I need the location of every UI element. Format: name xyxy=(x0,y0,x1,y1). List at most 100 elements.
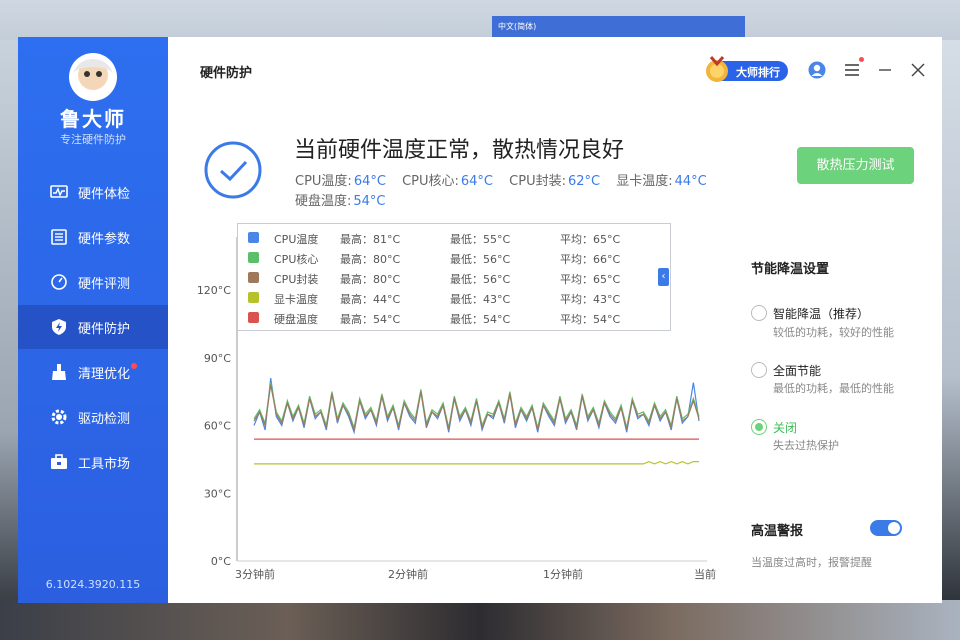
series-line xyxy=(253,378,700,435)
x-tick-label: 2分钟前 xyxy=(388,567,428,581)
legend-row: CPU温度 最高：81°C 最低：55°C 平均：65°C xyxy=(238,228,670,248)
broom-icon xyxy=(52,364,66,380)
sidebar-item-hardware-params[interactable]: 硬件参数 xyxy=(18,215,168,259)
legend-max: 最高：44°C xyxy=(340,293,401,306)
legend-max: 最高：81°C xyxy=(340,233,401,246)
sidebar-item-label: 硬件参数 xyxy=(78,231,131,247)
x-tick-label: 1分钟前 xyxy=(543,567,583,581)
stress-test-button[interactable]: 散热压力测试 xyxy=(797,147,914,184)
sidebar-item-hardware-checkup[interactable]: 硬件体检 xyxy=(18,170,168,214)
sidebar-item-label: 驱动检测 xyxy=(78,411,131,427)
temp-value: 54°C xyxy=(353,194,386,209)
background-monitor: 中文(简体) xyxy=(492,16,745,38)
medal-icon xyxy=(706,56,728,82)
sidebar: 鲁大师 专注硬件防护 硬件体检 硬件参数 硬件评测 硬件防护 清理优化 驱动检测 xyxy=(18,37,168,603)
option-desc: 失去过热保护 xyxy=(773,439,839,452)
menu-notification-dot xyxy=(859,57,864,62)
high-temp-alarm-desc: 当温度过高时，报警提醒 xyxy=(751,556,872,569)
y-tick-label: 90°C xyxy=(204,352,231,365)
app-window: 鲁大师 专注硬件防护 硬件体检 硬件参数 硬件评测 硬件防护 清理优化 驱动检测 xyxy=(18,37,942,603)
y-tick-label: 30°C xyxy=(204,487,231,500)
radio-off[interactable] xyxy=(751,419,767,435)
minimize-icon[interactable] xyxy=(878,63,892,77)
temp-value: 64°C xyxy=(460,174,494,189)
sidebar-item-cleanup[interactable]: 清理优化 xyxy=(18,350,168,394)
radio-smart-cooling[interactable] xyxy=(751,305,767,321)
menu-icon[interactable] xyxy=(844,63,860,77)
legend-swatch xyxy=(248,232,259,243)
legend-min: 最低：54°C xyxy=(450,313,511,326)
legend-min: 最低：56°C xyxy=(450,253,511,266)
temp-item: 显卡温度: 44°C xyxy=(616,174,707,189)
legend-max: 最高：80°C xyxy=(340,273,401,286)
list-icon xyxy=(51,229,67,245)
sidebar-item-label: 清理优化 xyxy=(78,366,131,382)
legend-avg: 平均：54°C xyxy=(560,313,621,326)
page-title: 硬件防护 xyxy=(200,66,253,81)
legend-swatch xyxy=(248,312,259,323)
status-headline: 当前硬件温度正常，散热情况良好 xyxy=(294,138,625,163)
temp-item: CPU核心: 64°C xyxy=(402,174,493,189)
legend-avg: 平均：66°C xyxy=(560,253,621,266)
sidebar-item-driver-check[interactable]: 驱动检测 xyxy=(18,395,168,439)
background-left xyxy=(0,40,18,600)
high-temp-alarm-toggle[interactable] xyxy=(870,520,902,536)
rank-button-label: 大师排行 xyxy=(736,66,780,79)
sidebar-item-hardware-benchmark[interactable]: 硬件评测 xyxy=(18,260,168,304)
background-monitor-label: 中文(简体) xyxy=(498,22,537,31)
legend-min: 最低：55°C xyxy=(450,233,511,246)
rank-button[interactable]: 大师排行 xyxy=(706,56,788,82)
speedometer-icon xyxy=(51,274,67,290)
pulse-monitor-icon xyxy=(50,185,68,198)
temp-item: CPU温度: 64°C xyxy=(295,174,386,189)
user-avatar-icon[interactable] xyxy=(808,61,826,79)
legend-row: CPU核心 最高：80°C 最低：56°C 平均：66°C xyxy=(238,248,670,268)
legend-min: 最低：56°C xyxy=(450,273,511,286)
legend-swatch xyxy=(248,292,259,303)
legend-avg: 平均：65°C xyxy=(560,233,621,246)
legend-row: 硬盘温度 最高：54°C 最低：54°C 平均：54°C xyxy=(238,308,670,328)
option-title: 全面节能 xyxy=(773,364,822,378)
shield-bolt-icon xyxy=(52,319,66,335)
sidebar-item-label: 硬件评测 xyxy=(78,276,131,292)
version-label: 6.1024.3920.115 xyxy=(45,578,141,591)
legend-row: 显卡温度 最高：44°C 最低：43°C 平均：43°C xyxy=(238,288,670,308)
high-temp-alarm-title: 高温警报 xyxy=(751,524,804,539)
option-desc: 最低的功耗，最低的性能 xyxy=(773,382,894,395)
legend-avg: 平均：43°C xyxy=(560,293,621,306)
legend-series-name: CPU核心 xyxy=(274,253,319,266)
y-tick-label: 120°C xyxy=(197,284,231,297)
option-title: 关闭 xyxy=(773,421,798,435)
sidebar-item-label: 工具市场 xyxy=(78,456,131,472)
background-wall xyxy=(0,0,960,40)
legend-min: 最低：43°C xyxy=(450,293,511,306)
series-line xyxy=(253,384,700,433)
sidebar-item-tool-market[interactable]: 工具市场 xyxy=(18,440,168,484)
temp-label: 硬盘温度: xyxy=(295,194,352,209)
brand-name: 鲁大师 xyxy=(60,107,126,131)
legend-swatch xyxy=(248,272,259,283)
background-right xyxy=(942,40,960,600)
temp-label: CPU核心: xyxy=(402,174,459,189)
master-lu-logo xyxy=(69,53,117,101)
temp-item: 硬盘温度: 54°C xyxy=(295,194,386,209)
toolbox-icon xyxy=(51,454,67,469)
sidebar-item-label: 硬件防护 xyxy=(78,321,131,337)
radio-full-power-save[interactable] xyxy=(751,362,767,378)
legend-series-name: CPU封装 xyxy=(274,273,319,286)
legend-series-name: CPU温度 xyxy=(274,233,319,246)
temp-value: 62°C xyxy=(567,174,601,189)
temp-value: 44°C xyxy=(674,174,707,189)
legend-series-name: 硬盘温度 xyxy=(274,313,318,326)
temp-label: CPU温度: xyxy=(295,174,352,189)
x-tick-label: 3分钟前 xyxy=(235,567,275,581)
power-settings-title: 节能降温设置 xyxy=(751,262,830,277)
legend-swatch xyxy=(248,252,259,263)
temp-label: 显卡温度: xyxy=(616,174,673,189)
close-icon[interactable] xyxy=(911,63,925,77)
brand-tagline: 专注硬件防护 xyxy=(60,133,126,146)
background-desk xyxy=(0,600,960,640)
sidebar-item-hardware-protection[interactable]: 硬件防护 xyxy=(18,305,168,349)
notification-dot xyxy=(131,363,137,369)
legend-collapse-button[interactable]: ‹ xyxy=(658,268,669,286)
